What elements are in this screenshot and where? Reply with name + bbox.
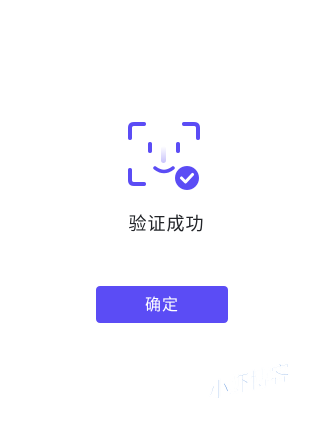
confirm-button[interactable]: 确定 <box>96 286 228 323</box>
face-scan-icon <box>128 122 200 190</box>
watermark: 小虾博客 <box>204 360 295 398</box>
check-badge-icon <box>175 166 199 190</box>
watermark-text: 小虾博客 <box>204 360 294 398</box>
face-verification-screen: 验证成功 确定 小虾博客 <box>0 0 333 433</box>
verification-status-text: 验证成功 <box>128 214 205 235</box>
